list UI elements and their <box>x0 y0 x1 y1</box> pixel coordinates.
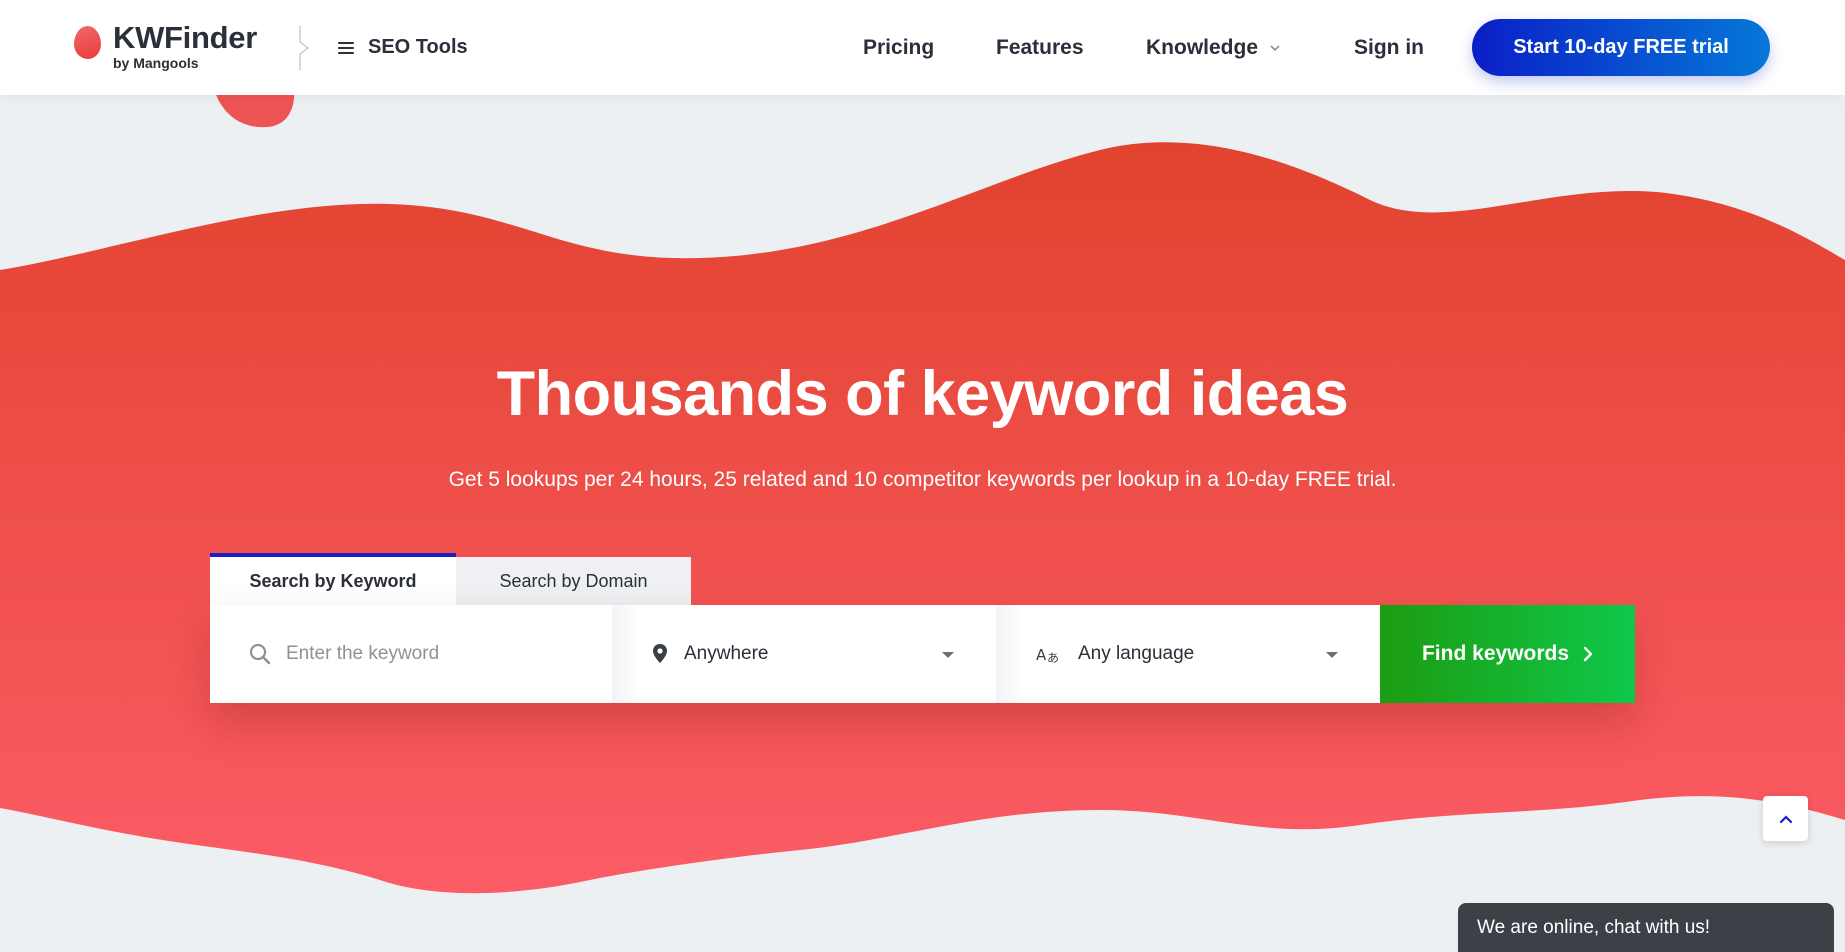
translate-icon: A あ <box>1036 646 1059 665</box>
find-keywords-button[interactable]: Find keywords <box>1380 605 1635 703</box>
language-select[interactable]: A あ Any language <box>996 605 1380 703</box>
search-icon <box>249 643 271 665</box>
tab-search-by-domain[interactable]: Search by Domain <box>456 557 691 605</box>
chevron-down-icon <box>1270 45 1280 52</box>
chevron-up-icon <box>1779 814 1792 823</box>
svg-text:A: A <box>1036 646 1047 664</box>
nav-features[interactable]: Features <box>996 36 1084 60</box>
location-pin-icon <box>653 644 667 663</box>
seo-tools-label: SEO Tools <box>368 36 468 58</box>
arrow-right-icon <box>1583 646 1593 662</box>
language-value: Any language <box>1078 643 1195 664</box>
logo-text: KWFinder by Mangools <box>113 22 257 70</box>
hamburger-icon <box>338 41 354 54</box>
site-header: KWFinder by Mangools SEO Tools Pricing F… <box>0 0 1845 95</box>
nav-knowledge-label: Knowledge <box>1146 36 1259 59</box>
logo-blob-icon <box>74 26 101 59</box>
search-bar: Anywhere A あ Any language Find keywords <box>210 605 1635 703</box>
start-trial-button[interactable]: Start 10-day FREE trial <box>1472 19 1770 76</box>
chat-widget[interactable]: We are online, chat with us! <box>1458 903 1834 952</box>
logo-subtitle: by Mangools <box>113 55 199 71</box>
logo-divider <box>299 26 310 70</box>
nav-signin[interactable]: Sign in <box>1354 36 1424 60</box>
hero-subtitle: Get 5 lookups per 24 hours, 25 related a… <box>448 468 1397 491</box>
find-keywords-label: Find keywords <box>1421 642 1570 665</box>
svg-text:あ: あ <box>1047 651 1059 665</box>
keyword-input[interactable] <box>286 643 576 665</box>
tab-search-by-keyword[interactable]: Search by Keyword <box>210 553 456 605</box>
hero-title: Thousands of keyword ideas <box>496 359 1349 429</box>
dropdown-caret-icon <box>942 652 954 658</box>
logo-title: KWFinder <box>113 20 257 55</box>
location-select[interactable]: Anywhere <box>612 605 996 703</box>
scroll-to-top-button[interactable] <box>1763 796 1808 841</box>
nav-pricing[interactable]: Pricing <box>863 36 934 60</box>
seo-tools-menu[interactable]: SEO Tools <box>338 36 468 59</box>
logo[interactable]: KWFinder by Mangools <box>74 22 257 70</box>
location-value: Anywhere <box>684 643 769 664</box>
nav-knowledge[interactable]: Knowledge <box>1146 36 1280 60</box>
keyword-field[interactable] <box>210 605 612 703</box>
search-tabs: Search by Keyword Search by Domain <box>210 553 691 605</box>
dropdown-caret-icon <box>1326 652 1338 658</box>
